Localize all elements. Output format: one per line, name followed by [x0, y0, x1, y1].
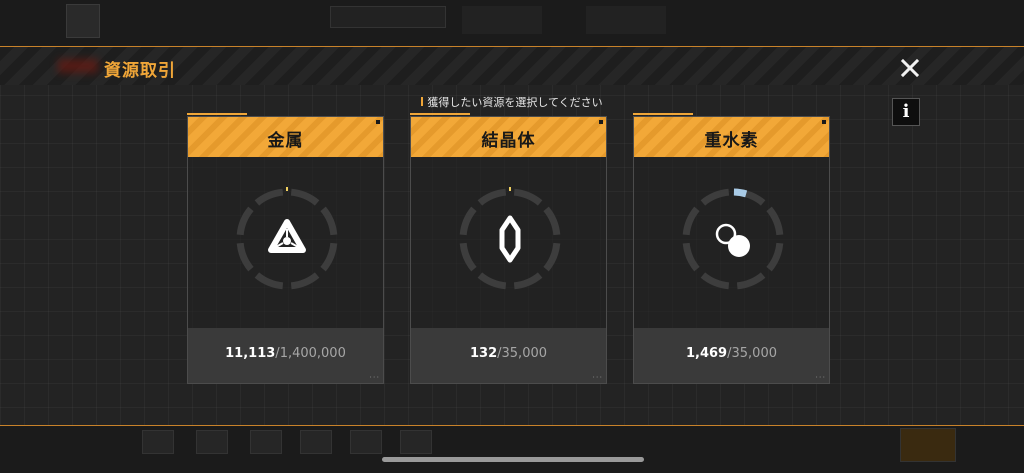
card-accent-line [410, 113, 470, 115]
background-slot [250, 430, 282, 454]
background-resource-slot [462, 6, 542, 34]
resource-amount: 11,113/1,400,000 [225, 346, 346, 361]
crystal-gauge [459, 187, 561, 290]
gauge-segment [236, 242, 254, 272]
instruction-text: 獲得したい資源を選択してください [0, 94, 1024, 110]
background-menu-icon [66, 4, 100, 38]
resource-amount: 1,469/35,000 [685, 346, 777, 361]
resource-card-metal[interactable]: 金属 11,113/1,400,000 ··· [187, 113, 384, 384]
deuterium-orbs-icon [715, 223, 750, 257]
amount-panel: 1,469/35,000 ··· [634, 328, 829, 383]
gauge-segment [459, 206, 477, 236]
resource-card-deuterium[interactable]: 重水素 1,469/35,000 ··· [633, 113, 830, 384]
background-slot [196, 430, 228, 454]
gauge-segment [477, 188, 507, 206]
amount-panel: 132/35,000 ··· [411, 328, 606, 383]
info-button[interactable]: i [892, 98, 920, 126]
background-slot [142, 430, 174, 454]
resource-card-crystal[interactable]: 結晶体 132/35,000 ··· [410, 113, 607, 384]
metal-gauge [236, 187, 338, 290]
background-slot [300, 430, 332, 454]
dialog-header: 資源取引 [0, 47, 1024, 85]
resource-name: 重水素 [704, 131, 759, 151]
card-accent-line [187, 113, 247, 115]
gauge-segment [477, 272, 507, 290]
corner-dots: ··· [369, 373, 380, 382]
close-icon [900, 58, 920, 78]
background-slot [400, 430, 432, 454]
gauge-segment [320, 242, 338, 272]
resource-amount: 132/35,000 [469, 346, 548, 361]
gauge-segment [736, 272, 766, 290]
gauge-segment [682, 206, 700, 236]
card-header: 結晶体 [411, 117, 606, 157]
gauge-segment [543, 206, 561, 236]
home-indicator [382, 457, 644, 462]
close-button[interactable] [898, 56, 922, 80]
gauge-segment [543, 242, 561, 272]
title-accent [58, 59, 98, 73]
corner-dots: ··· [815, 373, 826, 382]
gauge-segment [682, 242, 700, 272]
card-accent-line [633, 113, 693, 115]
gauge-segment [290, 272, 320, 290]
gauge-segment [459, 242, 477, 272]
gauge-segment [254, 188, 284, 206]
gauge-segment [513, 272, 543, 290]
resource-name: 結晶体 [481, 131, 536, 151]
gauge-segment [700, 188, 730, 206]
deuterium-gauge [682, 188, 784, 290]
metal-triangle-icon [268, 219, 306, 253]
resource-name: 金属 [267, 131, 304, 151]
gauge-fill [733, 188, 748, 198]
gauge-segment [766, 242, 784, 272]
background-bottom-hud [0, 426, 1024, 473]
background-top-hud [0, 0, 1024, 46]
background-slot [350, 430, 382, 454]
card-header: 金属 [188, 117, 383, 157]
gauge-segment [766, 206, 784, 236]
background-progress-bar [330, 6, 446, 28]
gauge-segment [254, 272, 284, 290]
gauge-segment [236, 206, 254, 236]
crystal-hexagon-icon [499, 215, 521, 263]
background-action-slot [900, 428, 956, 462]
gauge-segment [700, 272, 730, 290]
resource-trade-dialog: 資源取引 獲得したい資源を選択してください i 金属 11,113/1,400,… [0, 46, 1024, 426]
gauge-segment [320, 206, 338, 236]
gauge-segment [513, 188, 543, 206]
amount-panel: 11,113/1,400,000 ··· [188, 328, 383, 383]
background-resource-slot [586, 6, 666, 34]
card-header: 重水素 [634, 117, 829, 157]
dialog-title: 資源取引 [104, 61, 176, 81]
gauge-segment [290, 188, 320, 206]
corner-dots: ··· [592, 373, 603, 382]
